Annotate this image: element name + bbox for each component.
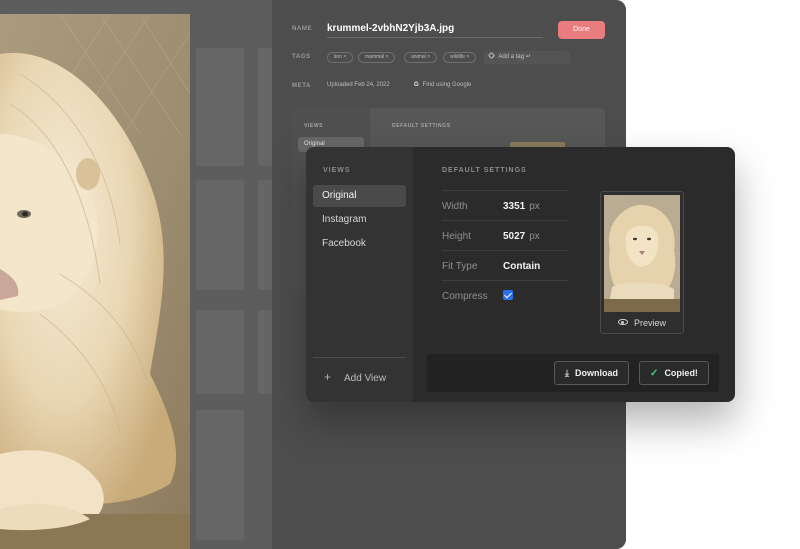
- gallery-tile: [196, 48, 244, 166]
- tag-chip-animal[interactable]: animal ×: [404, 52, 438, 63]
- fit-type-label: Fit Type: [442, 261, 478, 272]
- preview-label: Preview: [633, 318, 666, 328]
- find-google-link[interactable]: G Find using Google: [414, 82, 471, 88]
- tag-remove-icon[interactable]: ×: [386, 54, 389, 60]
- tag-chip-label: mammal: [365, 54, 385, 60]
- tag-chip-label: wildlife: [450, 54, 466, 60]
- google-icon: G: [414, 82, 419, 88]
- height-label: Height: [442, 231, 471, 242]
- tag-chip-wildlife[interactable]: wildlife ×: [443, 52, 477, 63]
- width-field[interactable]: 3351 px: [503, 201, 540, 212]
- add-tag-input[interactable]: Add a tag ↵: [484, 51, 570, 64]
- preview-card[interactable]: Preview: [600, 191, 684, 334]
- copied-label: Copied!: [664, 368, 698, 378]
- compress-checkbox[interactable]: [503, 290, 513, 300]
- tag-chip-mammal[interactable]: mammal ×: [358, 52, 396, 63]
- compress-row: Compress: [442, 280, 568, 310]
- download-label: Download: [574, 368, 618, 378]
- height-value: 5027: [503, 231, 526, 242]
- width-label: Width: [442, 201, 468, 212]
- filename-input[interactable]: krummel-2vbhN2Yjb3A.jpg: [327, 23, 454, 34]
- views-sidebar: VIEWS Original Instagram Facebook + Add V…: [306, 147, 413, 402]
- lion-photo[interactable]: [0, 14, 190, 549]
- done-button[interactable]: Done: [558, 21, 605, 39]
- gallery-tile: [258, 48, 272, 166]
- width-unit: px: [529, 201, 540, 212]
- width-value: 3351: [503, 201, 526, 212]
- view-item-facebook[interactable]: Facebook: [313, 233, 406, 255]
- default-settings-heading: DEFAULT SETTINGS: [442, 167, 527, 174]
- app-canvas: NAME krummel-2vbhN2Yjb3A.jpg Done TAGS l…: [0, 0, 800, 549]
- compress-label: Compress: [442, 291, 488, 302]
- tag-chip-label: lion: [334, 54, 342, 60]
- width-row: Width 3351 px: [442, 190, 568, 220]
- gallery-tile: [196, 310, 244, 394]
- export-dialog: VIEWS Original Instagram Facebook + Add V…: [306, 147, 735, 402]
- find-google-label: Find using Google: [422, 82, 472, 88]
- plus-icon: +: [324, 370, 332, 384]
- gallery-tile: [258, 310, 272, 394]
- add-view-label: Add View: [344, 373, 387, 384]
- height-unit: px: [529, 231, 540, 242]
- tag-remove-icon[interactable]: ×: [427, 54, 430, 60]
- uploaded-date: Uploaded Feb 24, 2022: [327, 82, 390, 88]
- fit-type-row: Fit Type Contain: [442, 250, 568, 280]
- meta-label: META: [292, 83, 311, 89]
- preview-thumbnail: [604, 195, 680, 312]
- tag-remove-icon[interactable]: ×: [466, 54, 469, 60]
- name-label: NAME: [292, 26, 313, 32]
- eye-icon: [617, 319, 628, 325]
- gallery-tile: [196, 180, 244, 290]
- views-heading: VIEWS: [323, 167, 351, 174]
- view-item-original[interactable]: Original: [313, 185, 406, 207]
- view-item-instagram[interactable]: Instagram: [313, 209, 406, 231]
- height-field[interactable]: 5027 px: [503, 231, 540, 242]
- return-icon: ↵: [525, 54, 531, 60]
- gallery-tile: [258, 180, 272, 290]
- add-tag-placeholder: Add a tag: [498, 54, 525, 60]
- ghost-settings-label: DEFAULT SETTINGS: [392, 123, 451, 129]
- check-icon: ✓: [650, 368, 659, 379]
- download-icon: ⤓: [565, 368, 569, 378]
- tag-remove-icon[interactable]: ×: [343, 54, 346, 60]
- download-button[interactable]: ⤓ Download: [554, 361, 629, 385]
- tag-chip-label: animal: [411, 54, 426, 60]
- tags-label: TAGS: [292, 54, 311, 60]
- height-row: Height 5027 px: [442, 220, 568, 250]
- filename-underline: [327, 37, 543, 38]
- tag-chip-lion[interactable]: lion ×: [327, 52, 354, 63]
- gallery-tile: [196, 410, 244, 540]
- add-view-button[interactable]: + Add View: [324, 370, 386, 384]
- copied-button[interactable]: ✓ Copied!: [639, 361, 709, 385]
- sidebar-divider: [313, 357, 406, 358]
- ghost-views-label: VIEWS: [304, 123, 324, 129]
- preview-button[interactable]: Preview: [601, 315, 683, 331]
- tag-icon: [487, 51, 496, 60]
- dialog-footer: ⤓ Download ✓ Copied!: [427, 354, 719, 392]
- fit-type-select[interactable]: Contain: [503, 261, 540, 272]
